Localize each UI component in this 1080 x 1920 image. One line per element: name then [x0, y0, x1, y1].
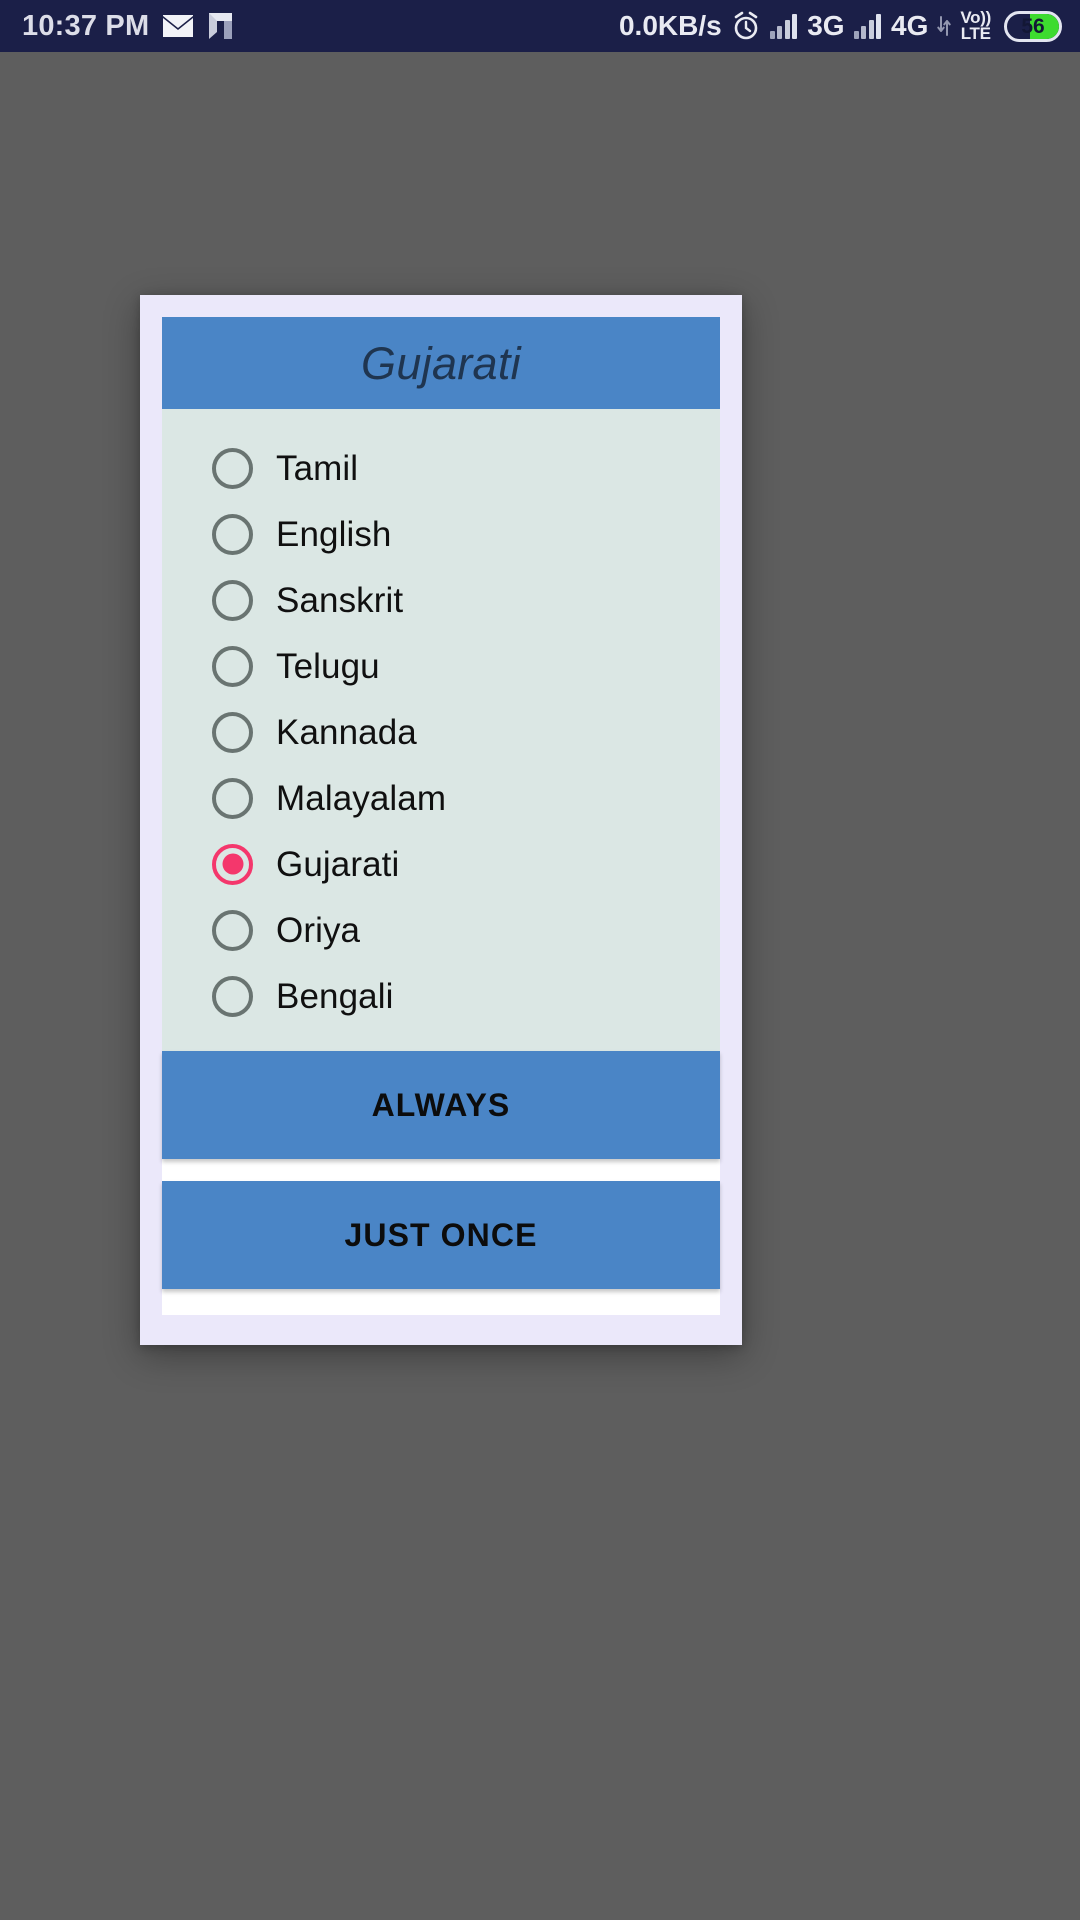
list-item[interactable]: Kannada: [162, 699, 720, 765]
list-item[interactable]: Tamil: [162, 435, 720, 501]
radio-button-oriya[interactable]: [212, 909, 253, 951]
list-item-label: Bengali: [276, 976, 394, 1016]
n-logo-icon: [207, 12, 234, 40]
radio-button-gujarati[interactable]: [212, 843, 253, 885]
list-item-label: Kannada: [276, 712, 417, 752]
app-chooser-dialog: Gujarati Tamil English Sanskrit Telugu K…: [140, 295, 742, 1345]
radio-button-english[interactable]: [212, 513, 253, 555]
status-bar-left-group: 10:37 PM: [22, 9, 234, 42]
list-item-label: English: [276, 514, 392, 554]
just-once-button[interactable]: JUST ONCE: [162, 1181, 720, 1289]
dialog-bottom-strip: [162, 1289, 720, 1315]
radio-button-tamil[interactable]: [212, 447, 253, 489]
volte-indicator: Vo)) LTE: [960, 10, 991, 43]
list-item-label: Malayalam: [276, 778, 447, 818]
network-speed-label: 0.0KB/s: [618, 10, 722, 41]
envelope-icon: [163, 15, 194, 37]
list-item-label: Gujarati: [276, 844, 400, 884]
data-transfer-arrows-icon: [937, 15, 952, 37]
status-bar: 10:37 PM 0.0KB/s 3G 4G Vo)) LTE 56: [0, 0, 1080, 52]
list-item[interactable]: Oriya: [162, 897, 720, 963]
battery-indicator: 56: [1004, 10, 1062, 42]
list-item[interactable]: Telugu: [162, 633, 720, 699]
sim2-network-type-label: 4G: [891, 10, 929, 41]
signal-bars-sim1-icon: [769, 13, 798, 39]
list-item[interactable]: English: [162, 501, 720, 567]
status-bar-clock: 10:37 PM: [22, 9, 150, 42]
list-item[interactable]: Bengali: [162, 963, 720, 1029]
list-item-label: Sanskrit: [276, 580, 404, 620]
sim1-network-type-label: 3G: [807, 10, 845, 41]
always-button[interactable]: ALWAYS: [162, 1051, 720, 1159]
radio-button-telugu[interactable]: [212, 645, 253, 687]
volte-bottom-label: LTE: [960, 24, 991, 43]
radio-button-malayalam[interactable]: [212, 777, 253, 819]
list-item[interactable]: Gujarati: [162, 831, 720, 897]
battery-percent-label: 56: [1021, 14, 1045, 38]
language-radio-list: Tamil English Sanskrit Telugu Kannada Ma…: [162, 409, 720, 1051]
list-item-label: Tamil: [276, 448, 359, 488]
signal-bars-sim2-icon: [853, 13, 882, 39]
list-item-label: Oriya: [276, 910, 361, 950]
list-item[interactable]: Sanskrit: [162, 567, 720, 633]
radio-button-kannada[interactable]: [212, 711, 253, 753]
dialog-title: Gujarati: [361, 337, 521, 389]
always-button-label: ALWAYS: [371, 1087, 511, 1123]
alarm-clock-icon: [731, 11, 761, 41]
radio-button-bengali[interactable]: [212, 975, 253, 1017]
list-item-label: Telugu: [276, 646, 380, 686]
status-bar-right-group: 0.0KB/s 3G 4G Vo)) LTE 56: [618, 10, 1062, 43]
dialog-header: Gujarati: [162, 317, 720, 409]
radio-button-sanskrit[interactable]: [212, 579, 253, 621]
button-separator: [162, 1159, 720, 1181]
list-item[interactable]: Malayalam: [162, 765, 720, 831]
just-once-button-label: JUST ONCE: [344, 1217, 538, 1253]
